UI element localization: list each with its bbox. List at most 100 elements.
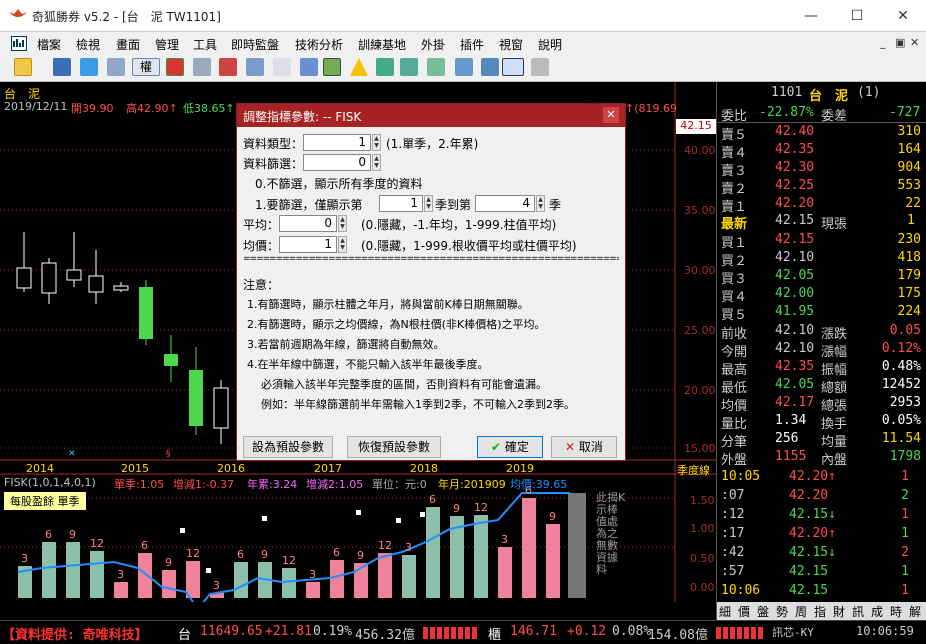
window-icon[interactable] [455,58,473,76]
minimize-button[interactable]: — [788,0,834,32]
note-5: 必須輸入該半年完整季度的區間，否則資料有可能會遺漏。 [261,378,547,391]
mean-spinner[interactable]: ▲ ▼ [338,236,347,253]
season-line-label[interactable]: 季度線 [677,462,710,478]
menu-tools[interactable]: 工具 [193,36,217,53]
filter-spinner[interactable]: ▲ ▼ [372,154,381,171]
stats-row: 外盤 1155 內盤 1798 [717,448,926,468]
avg-input[interactable]: 0 [279,215,337,232]
doc-icon[interactable] [273,58,291,76]
quote-tab[interactable]: 勢 [776,603,788,620]
calc-icon[interactable] [376,58,394,76]
move-icon[interactable] [80,58,98,76]
mdi-restore-button[interactable]: ▣ [895,36,905,49]
menu-training[interactable]: 訓練基地 [358,36,406,53]
dialog-close-button[interactable]: ✕ [603,107,619,123]
svg-text:6: 6 [237,548,244,561]
quan-button[interactable]: 權 [132,58,160,76]
warning-icon[interactable] [350,58,368,76]
screen-icon[interactable] [427,58,445,76]
tick-time: :12 [721,507,745,522]
quote-tab[interactable]: 解 [909,603,921,620]
chart-gray-icon[interactable] [193,58,211,76]
chart-date: 2019/12/11 [4,100,68,113]
mdi-minimize-button[interactable]: _ [880,36,886,49]
ask-row[interactable]: 賣５ 42.40 310 [717,123,926,143]
svg-text:3: 3 [501,533,508,546]
quote-tab[interactable]: 財 [833,603,845,620]
bid-row[interactable]: 買１ 42.15 230 [717,231,926,251]
ask-row[interactable]: 賣３ 42.30 904 [717,159,926,179]
bid-price: 42.15 [775,232,815,247]
restore-default-button[interactable]: 恢復預設參數 [347,436,441,458]
maximize-button[interactable]: ☐ [834,0,880,32]
save-icon[interactable] [53,58,71,76]
kline-icon[interactable] [502,58,524,76]
bid-price: 42.10 [775,250,815,265]
type-spinner[interactable]: ▲ ▼ [372,134,381,151]
quote-tab[interactable]: 周 [795,603,807,620]
quote-tab[interactable]: 訊 [852,603,864,620]
tick-vol: 1 [901,469,909,484]
ask-row[interactable]: 賣４ 42.35 164 [717,141,926,161]
menu-manage[interactable]: 管理 [155,36,179,53]
open-folder-icon[interactable] [14,58,32,76]
ask-row[interactable]: 賣２ 42.25 553 [717,177,926,197]
quote-tab[interactable]: 價 [738,603,750,620]
dialog-title: 調整指標參數: -- FISK [243,110,362,124]
menu-realtime[interactable]: 即時監盤 [231,36,279,53]
menu-view[interactable]: 檢視 [76,36,100,53]
filter-input[interactable]: 0 [303,154,371,171]
pencil-icon[interactable] [323,58,341,76]
grid-green-icon[interactable] [400,58,418,76]
close-window-button[interactable]: ✕ [880,0,926,32]
menu-help[interactable]: 說明 [538,36,562,53]
quote-tab[interactable]: 時 [890,603,902,620]
copy-icon[interactable] [246,58,264,76]
quote-tab[interactable]: 盤 [757,603,769,620]
bid-row[interactable]: 買２ 42.10 418 [717,249,926,269]
menu-screen[interactable]: 畫面 [116,36,140,53]
bid-price: 42.00 [775,286,815,301]
mdi-close-button[interactable]: ✕ [910,36,919,49]
mean-input[interactable]: 1 [279,236,337,253]
quote-panel: 1101 台 泥 (1) 委比 -22.87% 委差 -727 賣５ 42.40 3… [716,82,926,620]
eps-axis-050: 0.50 [690,552,715,565]
menu-window[interactable]: 視窗 [499,36,523,53]
quote-name: 台 泥 [809,89,849,104]
stats-row: 分筆 256 均量 11.54 [717,430,926,450]
tick-price: 42.15 [789,564,829,579]
bid-row[interactable]: 買５ 41.95 224 [717,303,926,323]
avg-spinner[interactable]: ▲ ▼ [338,215,347,232]
season-from-spinner[interactable]: ▲ ▼ [424,195,433,212]
note-3: 3.若當前週期為年線，篩選將自動無效。 [247,338,445,351]
current-price-tag: 42.15 [676,119,716,134]
layout-icon[interactable] [107,58,125,76]
ok-button[interactable]: ✔ 確定 [477,436,543,458]
split-icon[interactable] [481,58,499,76]
bid-row[interactable]: 買３ 42.05 179 [717,267,926,287]
quote-tab[interactable]: 指 [814,603,826,620]
set-default-button[interactable]: 設為預設參數 [243,436,333,458]
bid-row[interactable]: 買４ 42.00 175 [717,285,926,305]
list-red-icon[interactable] [219,58,237,76]
refresh-icon[interactable] [300,58,318,76]
menu-plugin-ext[interactable]: 外掛 [421,36,445,53]
weibi-label: 委比 [721,109,748,124]
menu-file[interactable]: 檔案 [37,36,61,53]
type-input[interactable]: 1 [303,134,371,151]
menu-addons[interactable]: 插件 [460,36,484,53]
chart-red-icon[interactable] [166,58,184,76]
season-to-input[interactable]: 4 [475,195,535,212]
quote-tab[interactable]: 成 [871,603,883,620]
season-from-input[interactable]: 1 [379,195,423,212]
bid-vol: 230 [897,232,921,247]
cancel-button[interactable]: ✕ 取消 [551,436,617,458]
svg-text:12: 12 [186,547,200,560]
calendar-icon[interactable] [531,58,549,76]
signal-stock[interactable]: 訊芯-KY [772,624,814,640]
quote-tab[interactable]: 細 [719,603,731,620]
menu-technical[interactable]: 技術分析 [295,36,343,53]
season-to-spinner[interactable]: ▲ ▼ [536,195,545,212]
tick-vol: 1 [901,564,909,579]
stat-label-1: 外盤 [721,453,748,468]
